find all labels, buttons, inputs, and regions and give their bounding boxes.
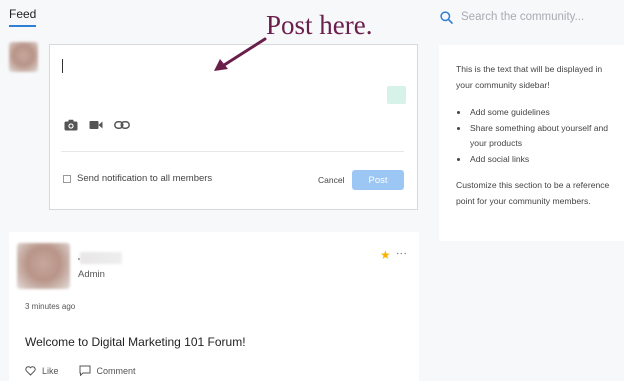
emoji-picker-button[interactable] [387, 86, 406, 104]
notify-members-option[interactable]: Send notification to all members [63, 173, 212, 184]
notify-label: Send notification to all members [77, 173, 213, 184]
list-item: Share something about yourself and your … [469, 121, 616, 152]
star-icon[interactable]: ★ [380, 248, 391, 262]
comment-button[interactable]: Comment [79, 365, 136, 376]
composer-divider [61, 151, 404, 152]
search-input[interactable] [461, 11, 611, 23]
like-button[interactable]: Like [25, 366, 59, 376]
heart-icon [25, 365, 36, 376]
link-icon[interactable] [114, 120, 130, 130]
like-label: Like [42, 365, 59, 376]
search-icon [440, 10, 453, 24]
feed-post: Admin ★ ⋮ 3 minutes ago Welcome to Digit… [9, 232, 419, 381]
text-cursor [62, 59, 63, 73]
post-timestamp: 3 minutes ago [25, 302, 76, 311]
notify-checkbox[interactable] [63, 174, 71, 183]
composer-toolbar [64, 119, 130, 131]
camera-icon[interactable] [64, 119, 78, 131]
post-button[interactable]: Post [352, 170, 404, 190]
author-role: Admin [78, 269, 105, 280]
tab-feed[interactable]: Feed [9, 7, 37, 27]
current-user-avatar [9, 42, 38, 72]
sidebar-intro: This is the text that will be displayed … [456, 64, 603, 90]
post-actions: Like Comment [25, 365, 136, 376]
annotation-arrow-icon [214, 37, 267, 71]
community-sidebar: This is the text that will be displayed … [439, 45, 624, 241]
author-avatar[interactable] [17, 243, 70, 289]
cancel-button[interactable]: Cancel [318, 175, 344, 185]
sidebar-list: Add some guidelines Share something abou… [469, 105, 616, 167]
list-item: Add some guidelines [469, 105, 616, 121]
author-name[interactable] [80, 252, 122, 264]
search-bar[interactable] [440, 8, 620, 26]
comment-label: Comment [96, 365, 136, 376]
annotation-text: Post here. [266, 10, 373, 40]
comment-icon [79, 365, 91, 376]
post-body: Welcome to Digital Marketing 101 Forum! [25, 335, 246, 349]
video-icon[interactable] [89, 120, 103, 130]
sidebar-outro: Customize this section to be a reference… [456, 180, 610, 206]
more-options-icon[interactable]: ⋮ [395, 248, 407, 259]
list-item: Add social links [469, 152, 616, 168]
